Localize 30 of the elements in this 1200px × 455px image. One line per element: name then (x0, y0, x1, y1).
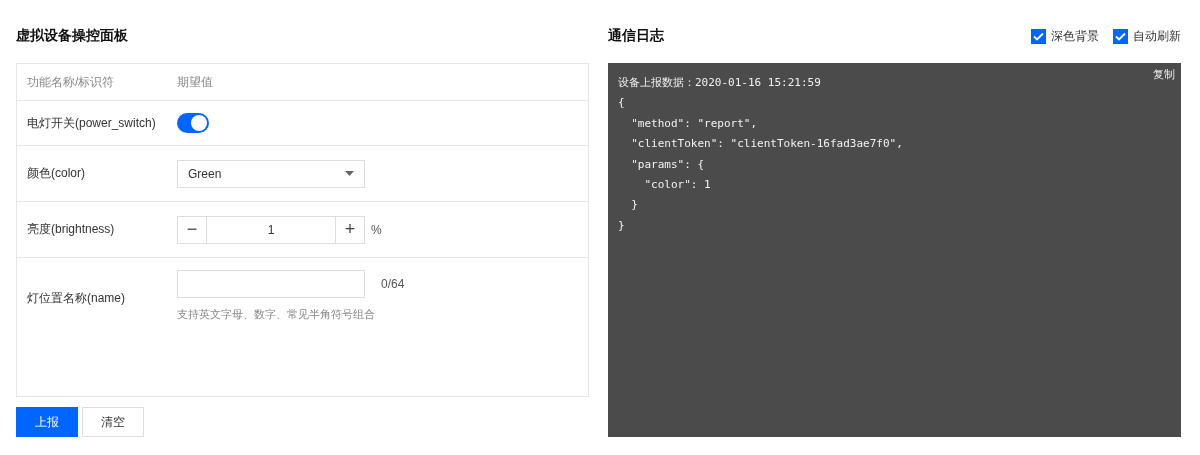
report-button[interactable]: 上报 (16, 407, 78, 437)
column-header: 期望值 (177, 73, 213, 91)
log-line: } (630, 197, 638, 214)
copy-button[interactable]: 复制 (1153, 67, 1175, 82)
checkbox[interactable] (1113, 28, 1128, 44)
column-header: 功能名称/标识符 (27, 73, 116, 91)
caret-icon (345, 171, 354, 176)
log-line: "color": 1 (643, 177, 711, 194)
checkbox-label: 深色背景 (1051, 27, 1099, 45)
input-field[interactable] (177, 270, 365, 298)
log-line: } (618, 217, 625, 234)
color-dropdown[interactable]: Green (177, 159, 365, 188)
property-label: 亮度(brightness) (27, 221, 116, 238)
toggle-switch[interactable] (177, 113, 209, 133)
property-label: 颜色(color) (27, 165, 86, 182)
panel-title: 虚拟设备操控面板 (16, 27, 128, 45)
property-label: 灯位置名称(name) (27, 290, 126, 307)
log-title: 通信日志 (608, 27, 664, 45)
checkbox[interactable] (1031, 28, 1046, 44)
log-line: 设备上报数据：2020-01-16 15:21:59 (618, 75, 821, 91)
char-counter: 0/64 (381, 277, 405, 291)
checkbox-label: 自动刷新 (1133, 27, 1181, 45)
log-line: { (618, 95, 625, 112)
unit-label: % (371, 222, 382, 237)
log-line: "params": { (630, 156, 705, 173)
property-label: 电灯开关(power_switch) (27, 114, 157, 132)
clear-button[interactable]: 清空 (82, 407, 144, 437)
log-line: "method": "report", (630, 115, 758, 132)
log-line: "clientToken": "clientToken-16fad3ae7f0", (630, 136, 903, 153)
hint-text: 支持英文字母、数字、常见半角符号组合 (177, 307, 376, 322)
